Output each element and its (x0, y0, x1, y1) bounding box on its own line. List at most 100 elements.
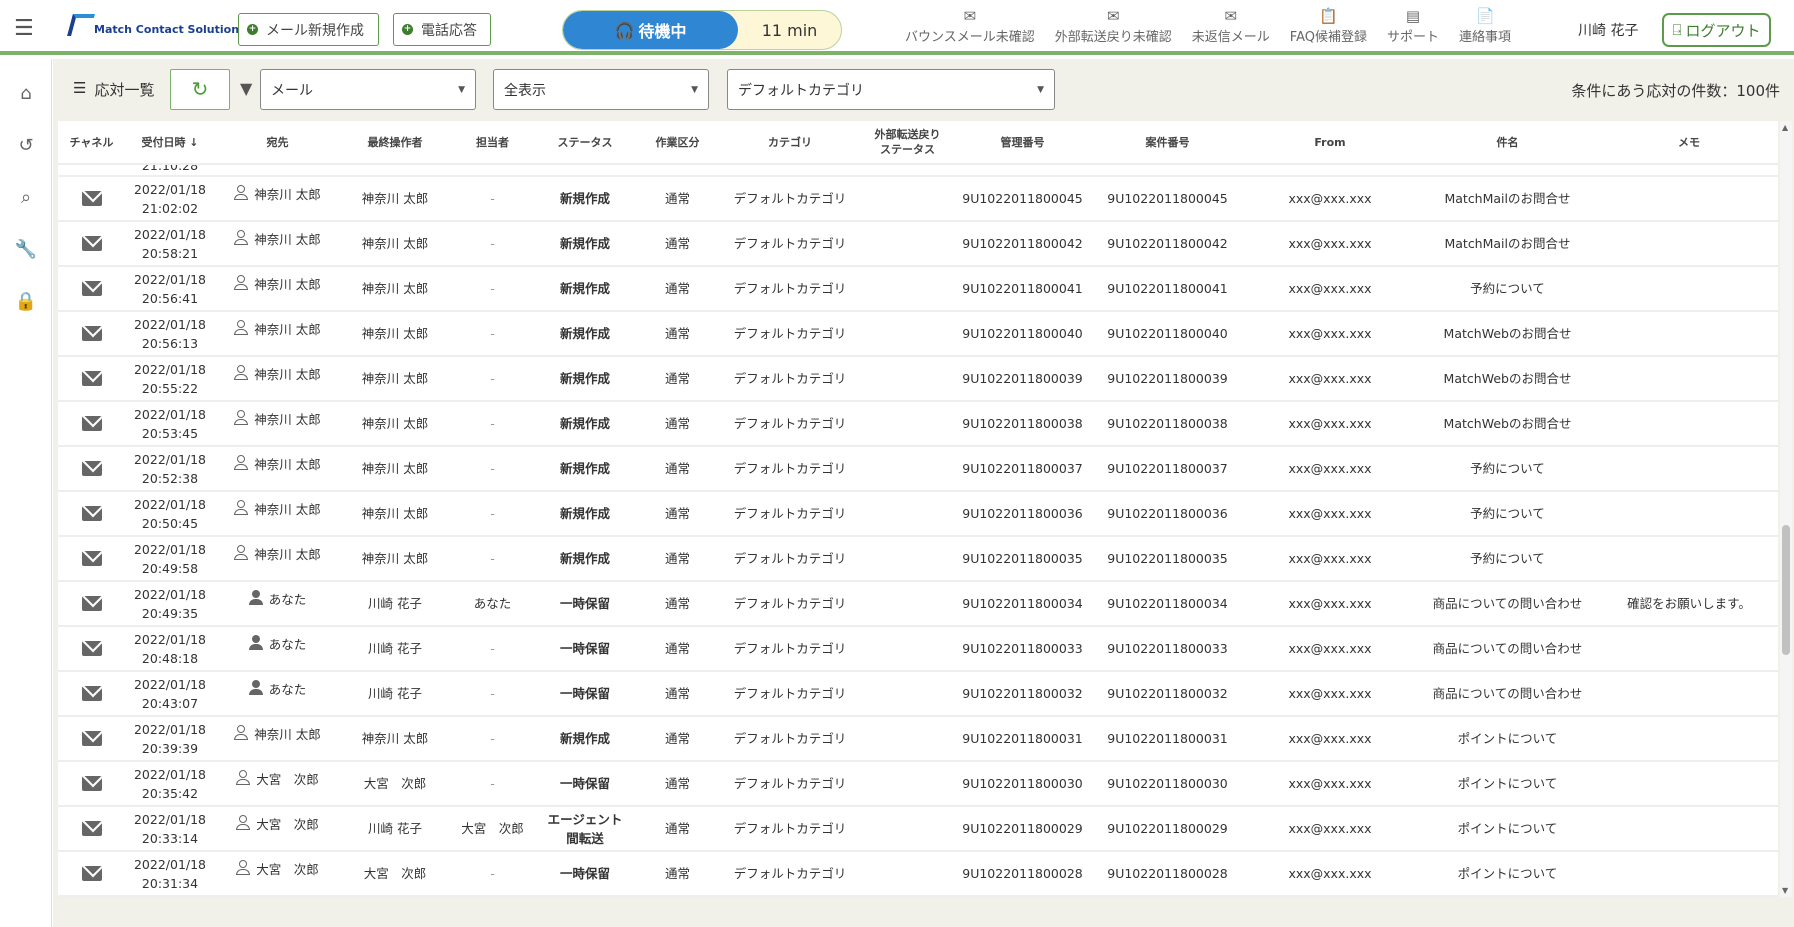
category-cell: デフォルトカテゴリ (733, 416, 847, 431)
plus-circle-icon: + (247, 24, 258, 35)
assignee-cell: - (490, 866, 495, 881)
status-standby[interactable]: 🎧 待機中 (563, 11, 738, 49)
channel-cell (58, 717, 125, 760)
received-time: 21:02:02 (141, 200, 199, 216)
new-mail-button[interactable]: + メール新規作成 (238, 13, 379, 46)
table-row[interactable]: 2022/01/18 20:31:34 大宮 次郎 大宮 次郎 - 一時保留 通常 デフォルト… (58, 852, 1778, 897)
vertical-scrollbar[interactable]: ▲ ▼ (1780, 121, 1792, 897)
table-row[interactable]: 2022/01/18 20:39:39 神奈川 太郎 神奈川 太郎 - 新規作成 通常 デフォ… (58, 717, 1778, 762)
last-operator-cell: 川崎 花子 (368, 686, 422, 701)
column-header-from[interactable]: From (1245, 121, 1415, 163)
header-tool-button[interactable]: 📋 FAQ候補登録 (1290, 8, 1367, 45)
case-no-cell: 9U1022011800035 (1107, 551, 1228, 566)
table-row[interactable]: 2022/01/18 20:53:45 神奈川 太郎 神奈川 太郎 - 新規作成 通常 デフォ… (58, 402, 1778, 447)
column-header-status[interactable]: ステータス (535, 121, 635, 163)
header-tool-button[interactable]: ▤ サポート (1387, 8, 1439, 45)
phone-answer-button[interactable]: + 電話応答 (393, 13, 491, 46)
column-header-subject[interactable]: 件名 (1415, 121, 1600, 163)
table-cell: 21:10:28 (125, 165, 215, 175)
table-row[interactable]: 2022/01/18 20:56:13 神奈川 太郎 神奈川 太郎 - 新規作成 通常 デフォ… (58, 312, 1778, 357)
table-row[interactable]: 2022/01/18 20:58:21 神奈川 太郎 神奈川 太郎 - 新規作成 通常 デフォ… (58, 222, 1778, 267)
work-type-cell: 通常 (664, 641, 690, 656)
ext-status-cell (860, 807, 955, 850)
last-operator-cell: 大宮 次郎 (363, 776, 427, 791)
mail-icon (81, 866, 102, 881)
header-tool-button[interactable]: 📄 連絡事項 (1459, 8, 1511, 45)
table-cell (1415, 165, 1600, 175)
column-header-memo[interactable]: メモ (1600, 121, 1778, 163)
logout-button[interactable]: ⍈ ログアウト (1662, 13, 1771, 47)
scroll-down-icon[interactable]: ▼ (1782, 886, 1788, 895)
channel-select[interactable]: メール ▼ (260, 69, 476, 110)
table-row[interactable]: 2022/01/18 20:49:58 神奈川 太郎 神奈川 太郎 - 新規作成 通常 デフォ… (58, 537, 1778, 582)
home-icon[interactable]: ⌂ (14, 83, 38, 104)
logo: Match Contact Solution (67, 14, 239, 36)
column-header-last-operator[interactable]: 最終操作者 (340, 121, 450, 163)
table-body[interactable]: 21:10:28 2022/01/18 21:02:02 神奈川 太郎 神奈川 太郎 - 新… (58, 165, 1778, 897)
clipboard-edit-icon: 📋 (1319, 7, 1339, 25)
received-date: 2022/01/18 (133, 811, 207, 827)
from-cell: xxx@xxx.xxx (1288, 326, 1372, 341)
header-tool-button[interactable]: ✉ 未返信メール (1192, 8, 1270, 45)
category-cell: デフォルトカテゴリ (733, 236, 847, 251)
table-cell (860, 165, 955, 175)
category-cell: デフォルトカテゴリ (733, 731, 847, 746)
agent-status-toggle[interactable]: 🎧 待機中 11 min (562, 10, 842, 50)
category-cell: デフォルトカテゴリ (733, 191, 847, 206)
assignee-cell: - (490, 731, 495, 746)
search-icon[interactable]: ⌕ (14, 187, 38, 208)
channel-cell (58, 627, 125, 670)
channel-cell (58, 582, 125, 625)
table-row[interactable]: 2022/01/18 20:56:41 神奈川 太郎 神奈川 太郎 - 新規作成 通常 デフォ… (58, 267, 1778, 312)
column-header-ext-status[interactable]: 外部転送戻り ステータス (860, 121, 955, 163)
table-row[interactable]: 2022/01/18 20:48:18 あなた 川崎 花子 - 一時保留 通常 デフォルトカテ… (58, 627, 1778, 672)
table-row[interactable]: 2022/01/18 20:33:14 大宮 次郎 川崎 花子 大宮 次郎 エージェント間… (58, 807, 1778, 852)
assignee-cell: - (490, 371, 495, 386)
column-header-received[interactable]: 受付日時 ↓ (125, 121, 215, 163)
column-header-assignee[interactable]: 担当者 (450, 121, 535, 163)
column-header-work-type[interactable]: 作業区分 (635, 121, 720, 163)
mgmt-no-cell: 9U1022011800042 (962, 236, 1083, 251)
table-row[interactable]: 21:10:28 (58, 165, 1778, 177)
last-operator-cell: 神奈川 太郎 (361, 551, 429, 566)
to-name: 神奈川 太郎 (254, 502, 321, 517)
column-header-mgmt-no[interactable]: 管理番号 (955, 121, 1090, 163)
mgmt-no-cell: 9U1022011800033 (962, 641, 1083, 656)
table-row[interactable]: 2022/01/18 20:50:45 神奈川 太郎 神奈川 太郎 - 新規作成 通常 デフォ… (58, 492, 1778, 537)
filter-bar: ☰ 応対一覧 ↻ ▼ メール ▼ 全表示 ▼ デフォルトカテゴリ ▼ 条件にあう応対の件… (53, 59, 1794, 121)
received-datetime: 2022/01/18 20:48:18 (134, 630, 206, 668)
column-header-to[interactable]: 宛先 (215, 121, 340, 163)
ext-status-cell (860, 177, 955, 220)
subject-cell: ポイントについて (1457, 866, 1558, 881)
header-tool-button[interactable]: ✉ 外部転送戻り未確認 (1055, 8, 1172, 45)
table-row[interactable]: 2022/01/18 20:35:42 大宮 次郎 大宮 次郎 - 一時保留 通常 デフォルト… (58, 762, 1778, 807)
received-datetime: 2022/01/18 20:33:14 (134, 810, 206, 848)
table-row[interactable]: 2022/01/18 20:52:38 神奈川 太郎 神奈川 太郎 - 新規作成 通常 デフォ… (58, 447, 1778, 492)
table-row[interactable]: 2022/01/18 20:55:22 神奈川 太郎 神奈川 太郎 - 新規作成 通常 デフォ… (58, 357, 1778, 402)
column-header-case-no[interactable]: 案件番号 (1090, 121, 1245, 163)
header-tool-button[interactable]: ✉ バウンスメール未確認 (905, 8, 1035, 45)
column-header-channel[interactable]: チャネル (58, 121, 125, 163)
received-date: 2022/01/18 (133, 721, 207, 737)
hamburger-menu-icon[interactable]: ☰ (14, 16, 34, 41)
table-row[interactable]: 2022/01/18 21:02:02 神奈川 太郎 神奈川 太郎 - 新規作成 通常 デフォ… (58, 177, 1778, 222)
history-icon[interactable]: ↺ (14, 135, 38, 156)
scroll-up-icon[interactable]: ▲ (1782, 123, 1788, 132)
lock-icon[interactable]: 🔒 (14, 291, 38, 312)
category-select[interactable]: デフォルトカテゴリ ▼ (727, 69, 1055, 110)
from-cell: xxx@xxx.xxx (1288, 416, 1372, 431)
column-header-category[interactable]: カテゴリ (720, 121, 860, 163)
wrench-icon[interactable]: 🔧 (14, 239, 38, 260)
ext-status-cell (860, 492, 955, 535)
subject-cell: 予約について (1470, 506, 1545, 521)
assignee-cell: - (490, 191, 495, 206)
table-row[interactable]: 2022/01/18 20:43:07 あなた 川崎 花子 - 一時保留 通常 デフォルトカテ… (58, 672, 1778, 717)
table-cell (58, 165, 125, 175)
ext-status-cell (860, 672, 955, 715)
scrollbar-thumb[interactable] (1782, 525, 1790, 655)
table-row[interactable]: 2022/01/18 20:49:35 あなた 川崎 花子 あなた 一時保留 通常 デフォルト… (58, 582, 1778, 627)
display-select[interactable]: 全表示 ▼ (493, 69, 709, 110)
case-no-cell: 9U1022011800041 (1107, 281, 1228, 296)
category-cell: デフォルトカテゴリ (733, 371, 847, 386)
refresh-button[interactable]: ↻ (170, 69, 230, 110)
